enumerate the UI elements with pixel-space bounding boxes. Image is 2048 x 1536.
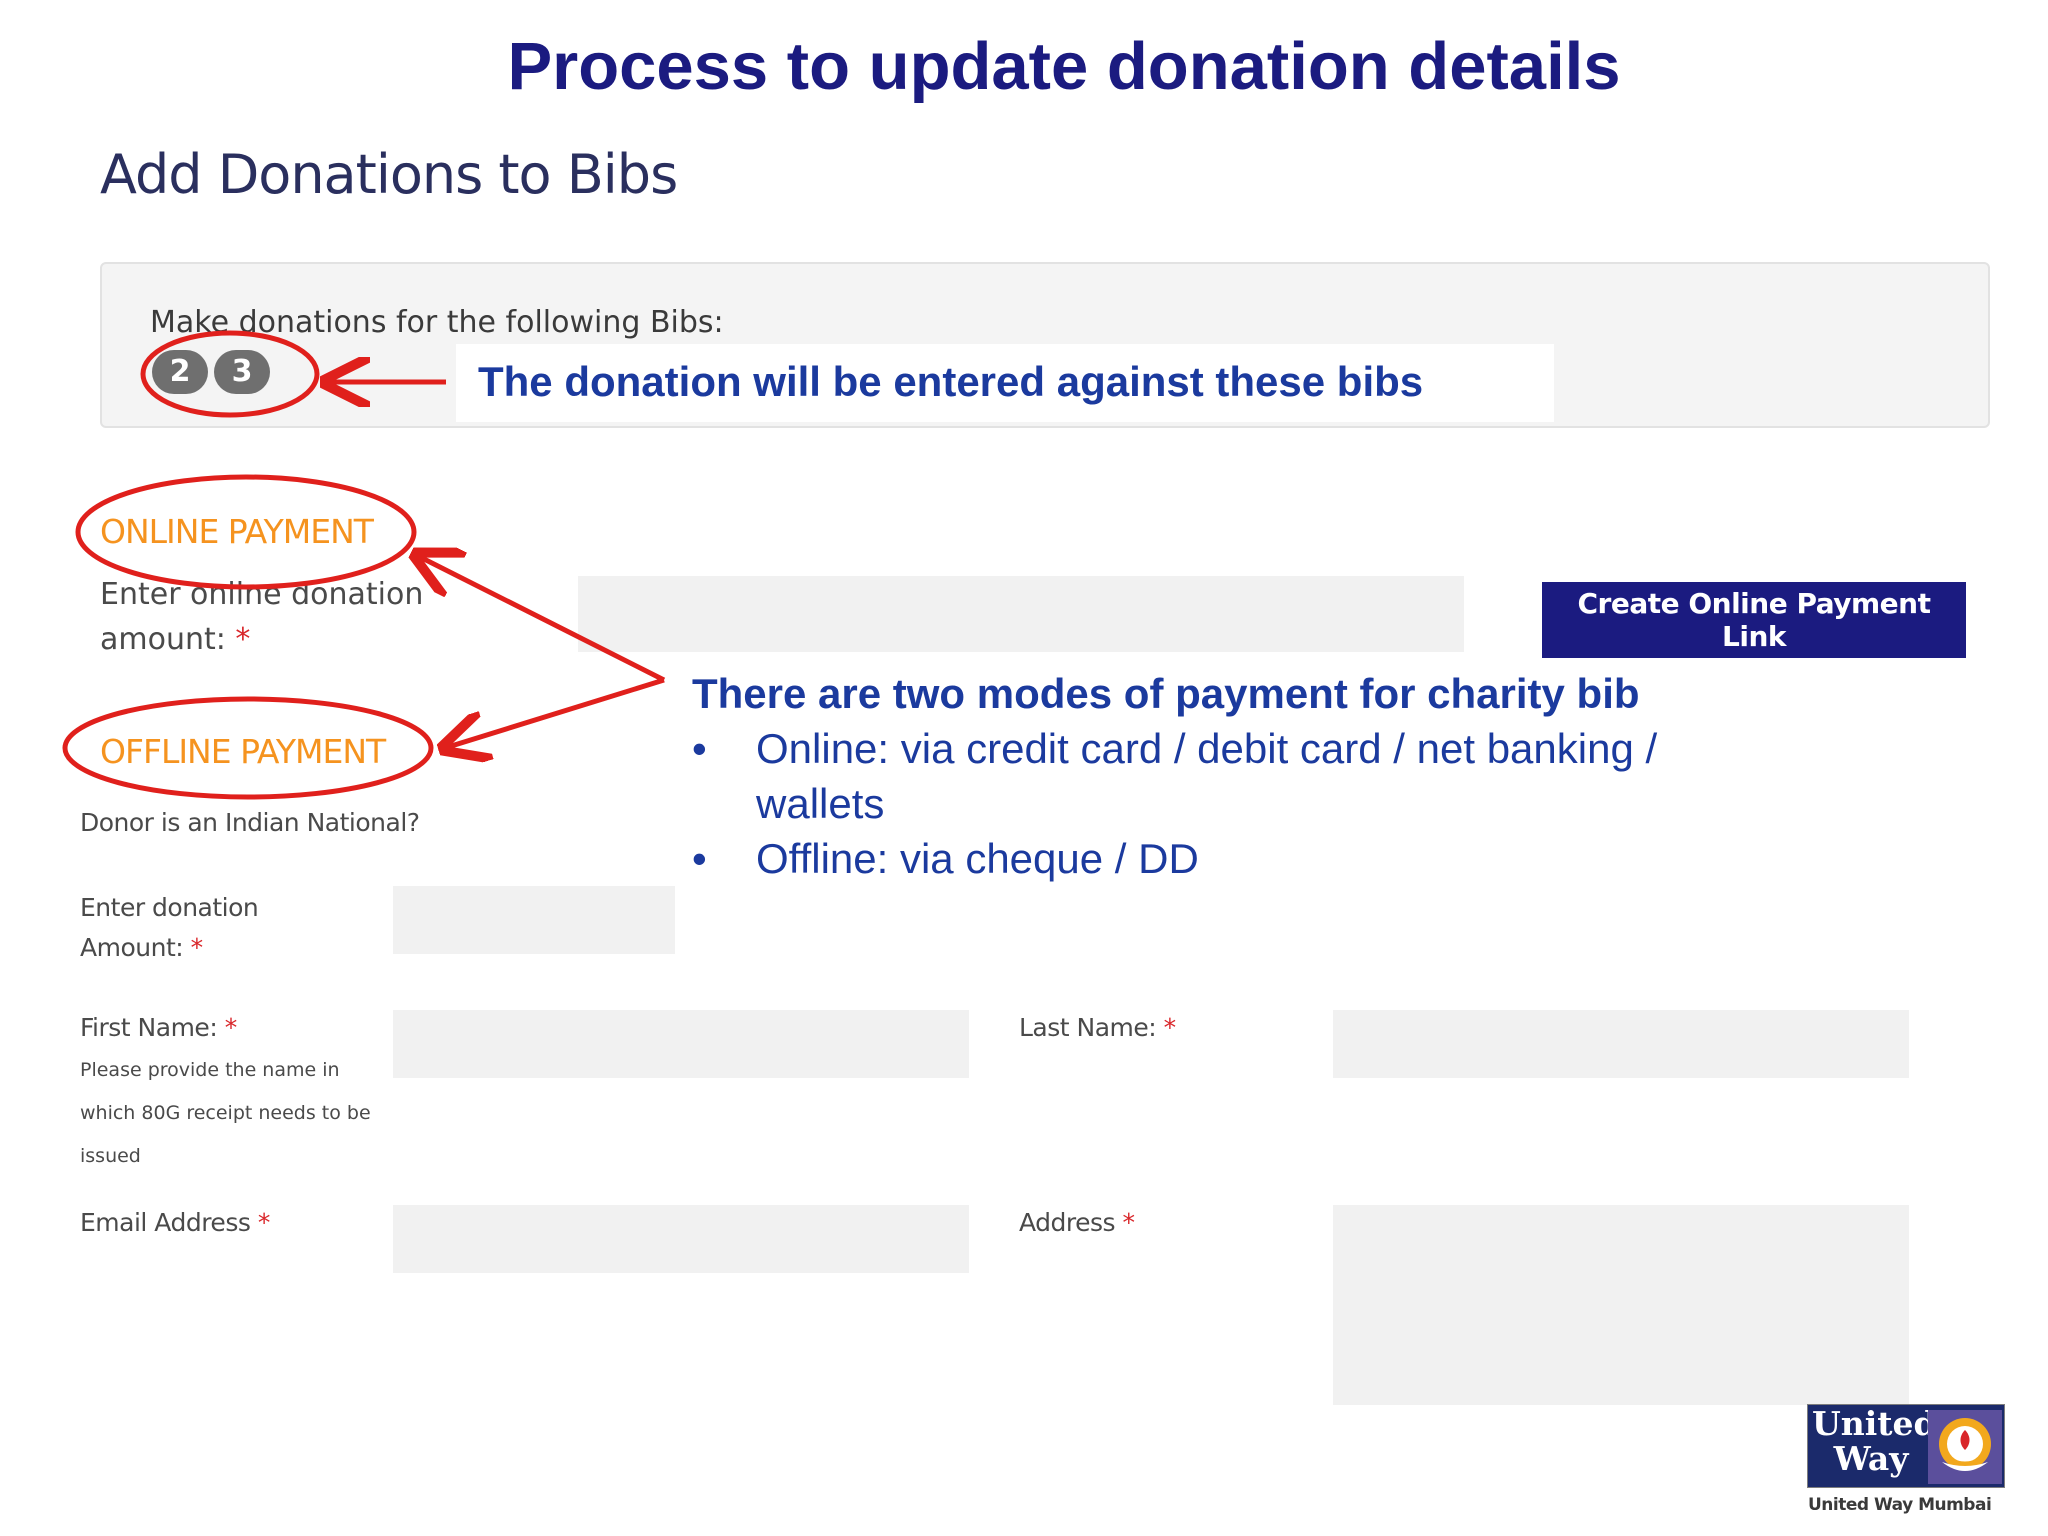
offline-payment-arrow [448, 677, 665, 747]
offline-payment-highlight-ellipse [62, 696, 434, 800]
online-payment-highlight-ellipse [75, 474, 417, 590]
logo-line2: Way [1833, 1439, 1909, 1478]
bibs-highlight-ellipse [140, 330, 320, 418]
united-way-hand-icon [1928, 1410, 2002, 1484]
logo-text: United Way [1812, 1404, 1937, 1478]
annotation-overlay [62, 330, 666, 800]
logo-line1: United [1812, 1404, 1937, 1443]
online-payment-arrow [420, 557, 666, 683]
logo-caption: United Way Mumbai [1808, 1495, 1992, 1515]
